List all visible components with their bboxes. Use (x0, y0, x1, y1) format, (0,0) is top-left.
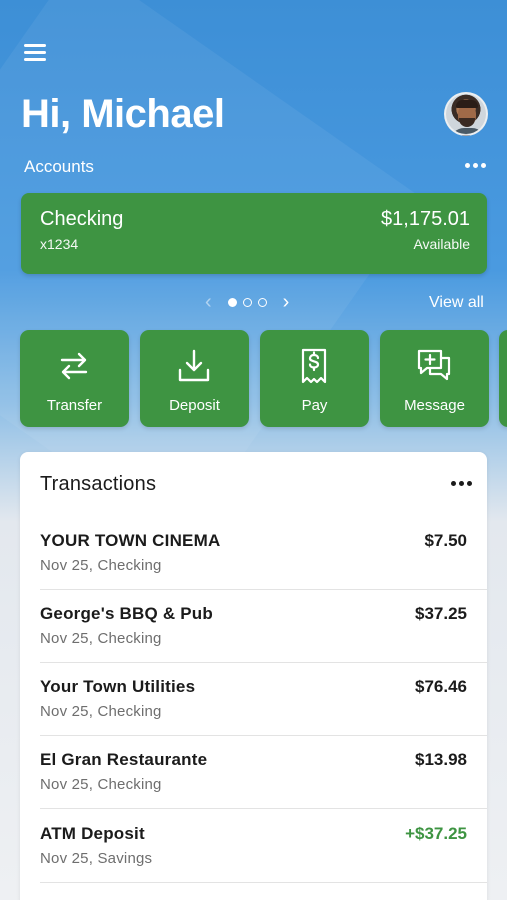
message-icon (417, 349, 451, 381)
transaction-amount: $13.98 (415, 750, 467, 769)
hamburger-menu-icon[interactable] (24, 44, 46, 64)
divider (40, 808, 487, 809)
transfer-button[interactable]: Transfer (20, 330, 129, 427)
message-label: Message (404, 397, 465, 414)
transaction-amount: $76.46 (415, 677, 467, 696)
transactions-panel: Transactions YOUR TOWN CINEMA Nov 25, Ch… (20, 452, 487, 900)
account-balance: $1,175.01 (381, 208, 470, 230)
transaction-row[interactable]: ATM Deposit Nov 25, Savings +$37.25 (20, 824, 487, 897)
pager-dot-2[interactable] (242, 297, 252, 307)
account-number: x1234 (40, 236, 79, 252)
accounts-more-icon[interactable] (465, 163, 486, 168)
accounts-label: Accounts (24, 157, 94, 176)
transaction-amount: $7.50 (424, 531, 467, 550)
pager-dot-3[interactable] (257, 297, 267, 307)
transaction-meta: Nov 25, Savings (40, 850, 153, 867)
account-name: Checking (40, 208, 124, 230)
view-all-link[interactable]: View all (429, 294, 484, 312)
transaction-name: ATM Deposit (40, 824, 145, 843)
transaction-row[interactable]: George's BBQ & Pub Nov 25, Checking $37.… (20, 604, 487, 677)
transaction-meta: Nov 25, Checking (40, 557, 162, 574)
transactions-title: Transactions (40, 473, 157, 495)
avatar[interactable] (444, 92, 488, 136)
greeting-title: Hi, Michael (21, 92, 225, 136)
transaction-row[interactable]: El Gran Restaurante Nov 25, Checking $13… (20, 750, 487, 823)
more-action-button[interactable] (499, 330, 507, 427)
divider (40, 735, 487, 736)
transaction-row[interactable]: Your Town Utilities Nov 25, Checking $76… (20, 677, 487, 750)
transaction-amount: $37.25 (415, 604, 467, 623)
pay-label: Pay (301, 397, 328, 414)
transaction-amount: +$37.25 (405, 824, 467, 843)
transaction-meta: Nov 25, Checking (40, 776, 162, 793)
transaction-name: Your Town Utilities (40, 677, 196, 696)
divider (40, 662, 487, 663)
transfer-icon (60, 352, 88, 380)
message-button[interactable]: Message (380, 330, 489, 427)
transaction-meta: Nov 25, Checking (40, 703, 162, 720)
account-pager: ‹ › (205, 292, 289, 312)
deposit-label: Deposit (169, 397, 220, 414)
deposit-icon (178, 349, 210, 382)
deposit-button[interactable]: Deposit (140, 330, 249, 427)
pager-dot-1[interactable] (227, 297, 237, 307)
chevron-right-icon[interactable]: › (283, 292, 290, 312)
transaction-row[interactable]: YOUR TOWN CINEMA Nov 25, Checking $7.50 (20, 531, 487, 604)
transactions-more-icon[interactable] (451, 481, 472, 486)
transaction-name: YOUR TOWN CINEMA (40, 531, 221, 550)
pay-icon (301, 348, 327, 384)
transfer-label: Transfer (46, 397, 103, 414)
divider (40, 882, 487, 883)
account-balance-label: Available (413, 236, 470, 252)
pay-button[interactable]: Pay (260, 330, 369, 427)
transaction-meta: Nov 25, Checking (40, 630, 162, 647)
transaction-name: El Gran Restaurante (40, 750, 208, 769)
account-card-checking[interactable]: Checking x1234 $1,175.01 Available (21, 193, 487, 274)
divider (40, 589, 487, 590)
transaction-name: George's BBQ & Pub (40, 604, 213, 623)
chevron-left-icon[interactable]: ‹ (205, 292, 212, 312)
